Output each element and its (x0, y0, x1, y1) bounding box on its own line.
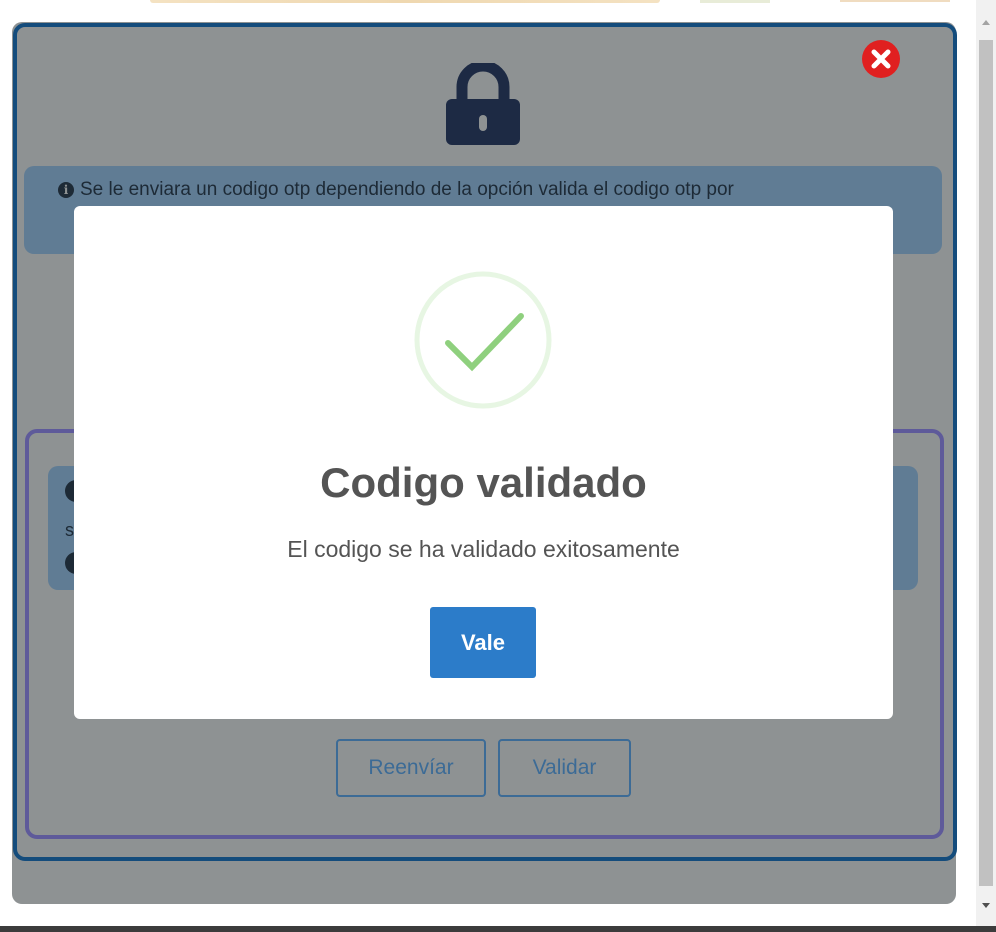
window-bottom-edge (0, 926, 996, 932)
validate-button[interactable]: Validar (498, 739, 631, 797)
confirm-button[interactable]: Vale (430, 607, 536, 678)
scroll-down-arrow-icon[interactable] (982, 903, 990, 908)
info-message-text: Se le enviara un codigo otp dependiendo … (80, 179, 734, 200)
underlying-header-fragment (150, 0, 660, 3)
resend-button[interactable]: Reenvíar (336, 739, 486, 797)
success-check-icon (414, 271, 552, 409)
info-message: i Se le enviara un codigo otp dependiend… (58, 179, 938, 201)
close-icon[interactable] (861, 39, 901, 79)
scroll-up-arrow-icon[interactable] (982, 20, 990, 25)
info-icon: i (58, 182, 74, 198)
underlying-header-fragment (840, 0, 950, 2)
dialog-message: El codigo se ha validado exitosamente (287, 536, 680, 562)
underlying-header-fragment (700, 0, 770, 3)
otp-info-text-fragment: s (65, 520, 74, 540)
vertical-scrollbar[interactable] (976, 0, 996, 926)
lock-icon (446, 63, 520, 145)
underlying-page-top (0, 0, 976, 8)
scrollbar-thumb[interactable] (979, 40, 993, 886)
success-dialog: Codigo validado El codigo se ha validado… (74, 206, 893, 719)
dialog-title: Codigo validado (320, 459, 647, 506)
